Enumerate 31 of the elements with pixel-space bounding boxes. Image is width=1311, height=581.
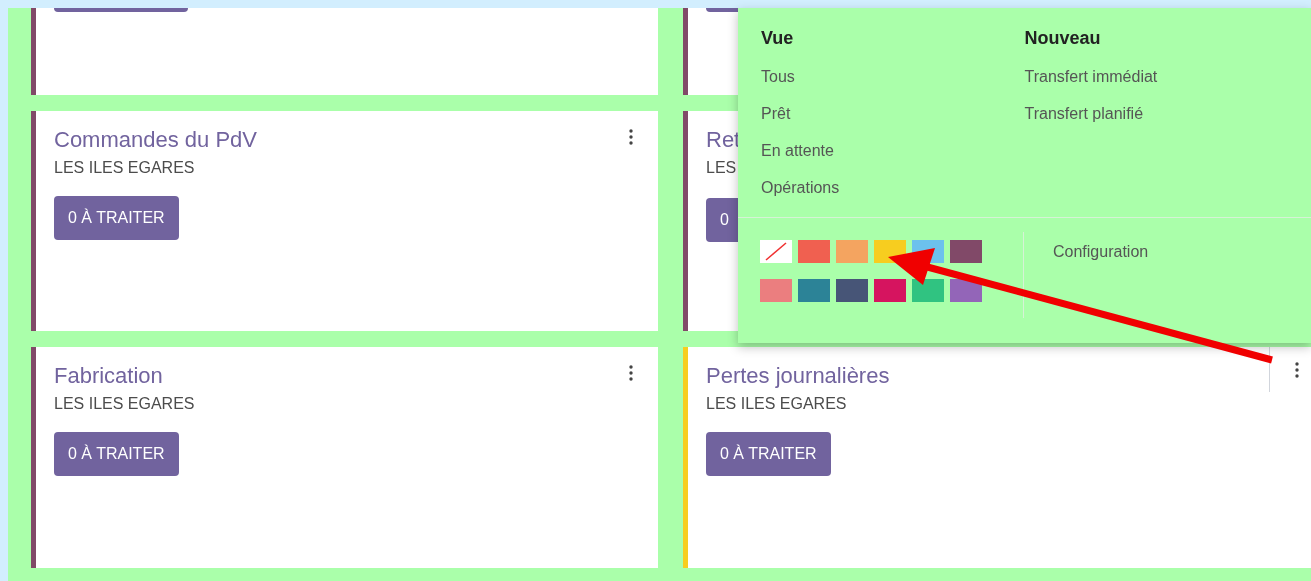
card-subtitle: LES ILES EGARES: [54, 394, 196, 414]
menu-item[interactable]: Tous: [761, 58, 1025, 95]
card-title[interactable]: Commandes du PdV: [54, 125, 658, 155]
card-subtitle: LES ILES EGARES: [706, 394, 848, 414]
configuration-link[interactable]: Configuration: [1053, 240, 1149, 264]
todo-button[interactable]: 0 À TRAITER: [54, 196, 179, 240]
menu-item[interactable]: Prêt: [761, 95, 1025, 132]
todo-button[interactable]: 0 À TRAITER: [54, 432, 179, 476]
card-subtitle: LES: [706, 158, 738, 178]
color-swatch[interactable]: [836, 279, 868, 302]
color-swatch[interactable]: [874, 279, 906, 302]
card-title[interactable]: Pertes journalières: [706, 361, 1311, 391]
color-swatch[interactable]: [912, 279, 944, 302]
kebab-icon: [1294, 361, 1299, 378]
no-color-swatch[interactable]: [760, 240, 792, 263]
menu-heading: Vue: [761, 27, 795, 50]
color-swatch[interactable]: [798, 279, 830, 302]
color-swatch[interactable]: [950, 240, 982, 263]
color-swatch[interactable]: [836, 240, 868, 263]
kebab-icon: [629, 129, 633, 145]
todo-button[interactable]: 0 À TRAITER: [706, 432, 831, 476]
menu-item[interactable]: Transfert immédiat: [1024, 58, 1288, 95]
color-swatch[interactable]: [798, 240, 830, 263]
color-swatch[interactable]: [760, 279, 792, 302]
menu-item[interactable]: Transfert planifié: [1024, 95, 1288, 132]
menu-heading: Nouveau: [1024, 27, 1102, 50]
kebab-icon: [629, 365, 633, 381]
card-title[interactable]: Fabrication: [54, 361, 658, 391]
menu-item[interactable]: En attente: [761, 132, 1025, 169]
card-subtitle: LES ILES EGARES: [54, 158, 196, 178]
menu-item[interactable]: Opérations: [761, 169, 1025, 206]
